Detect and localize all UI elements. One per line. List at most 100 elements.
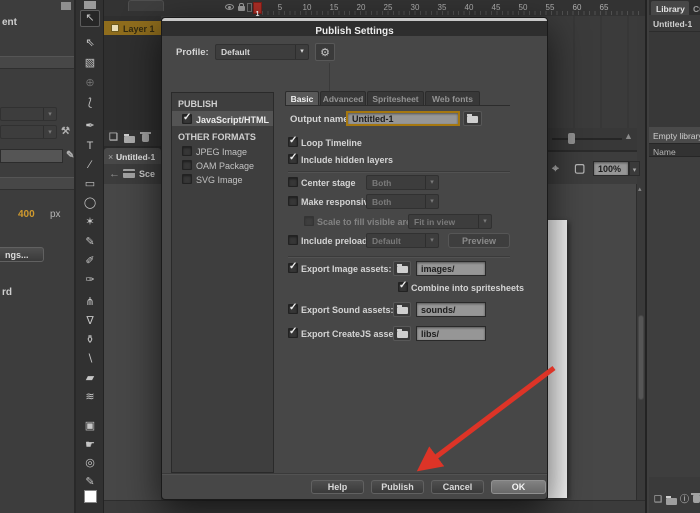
library-name-header[interactable]: Name [649, 143, 700, 157]
vertical-scrollbar[interactable]: ▴ [636, 184, 645, 500]
horizontal-scrollbar[interactable] [104, 500, 645, 513]
new-symbol-icon[interactable]: ❏ [654, 495, 662, 504]
properties-dropdown[interactable]: ▾ [0, 107, 57, 121]
sound-assets-path-field[interactable]: sounds/ [416, 302, 486, 317]
3d-rotation-tool[interactable]: ⊕ [76, 78, 104, 89]
image-assets-folder-button[interactable] [393, 261, 411, 276]
make-responsive-checkbox[interactable] [288, 196, 298, 206]
export-createjs-assets-label[interactable]: Export CreateJS assets: [301, 330, 405, 339]
ink-bottle-tool[interactable]: ⚱ [76, 335, 104, 346]
lock-layers-icon[interactable] [238, 6, 245, 11]
stroke-color-tool[interactable]: ✎ [76, 477, 104, 488]
brush-tool[interactable]: ✐ [76, 256, 104, 267]
eraser-tool[interactable]: ▰ [76, 373, 104, 384]
include-preloader-checkbox[interactable] [288, 235, 298, 245]
timeline-layer-row[interactable]: Layer 1 [104, 21, 161, 35]
vertical-scrollbar-thumb[interactable] [638, 315, 644, 400]
svg-image-checkbox[interactable] [182, 174, 192, 184]
loop-timeline-label[interactable]: Loop Timeline [301, 139, 362, 148]
edit-symbol-icon[interactable]: ▢ [574, 162, 585, 174]
createjs-assets-folder-button[interactable] [393, 326, 411, 341]
export-sound-assets-label[interactable]: Export Sound assets: [301, 306, 394, 315]
center-stage-dropdown[interactable]: Both▾ [366, 175, 439, 190]
paint-brush-tool[interactable]: ✑ [76, 275, 104, 286]
preloader-dropdown[interactable]: Default▾ [366, 233, 439, 248]
tab-spritesheet[interactable]: Spritesheet [367, 91, 424, 105]
tab-cc-libraries-partial[interactable]: CC [693, 5, 700, 14]
stage-size-value[interactable]: 400 [18, 210, 35, 220]
lasso-tool[interactable]: ⟅ [76, 98, 104, 109]
playhead-frame-indicator[interactable]: 1 [253, 2, 262, 14]
width-tool[interactable]: ≋ [76, 392, 104, 403]
oam-package-checkbox[interactable] [182, 160, 192, 170]
combine-spritesheets-label[interactable]: Combine into spritesheets [411, 284, 524, 293]
export-image-assets-label[interactable]: Export Image assets: [301, 265, 392, 274]
cancel-button[interactable]: Cancel [431, 480, 484, 494]
javascript-html-label[interactable]: JavaScript/HTML [196, 116, 269, 125]
bone-tool[interactable]: ⋔ [76, 297, 104, 308]
combine-spritesheets-checkbox[interactable]: ✓ [398, 282, 408, 292]
pen-tool[interactable]: ✒ [76, 121, 104, 132]
stage-zoom-dropdown-arrow[interactable]: ▾ [629, 161, 640, 176]
subselection-tool[interactable]: ⇖ [76, 38, 104, 49]
zoom-tool[interactable]: ◎ [76, 458, 104, 469]
library-document-row[interactable]: Untitled-1 [649, 15, 700, 32]
make-responsive-dropdown[interactable]: Both▾ [366, 194, 439, 209]
library-item-list[interactable] [649, 157, 700, 477]
properties-dropdown-2[interactable]: ▾ [0, 125, 57, 139]
include-hidden-layers-checkbox[interactable]: ✓ [288, 154, 298, 164]
scroll-up-arrow-icon[interactable]: ▴ [638, 186, 642, 193]
frame-view-icon[interactable]: ▲ [624, 132, 633, 141]
edit-pencil-icon[interactable]: ✎ [66, 151, 74, 161]
preview-button[interactable]: Preview [448, 233, 510, 248]
help-button[interactable]: Help [311, 480, 364, 494]
sound-assets-folder-button[interactable] [393, 302, 411, 317]
back-arrow-icon[interactable]: ← [109, 169, 120, 180]
dialog-title-bar[interactable]: Publish Settings [162, 21, 547, 36]
wrench-icon[interactable]: ⚒ [61, 127, 70, 137]
document-tab[interactable]: × Untitled-1 [104, 148, 161, 164]
edit-scene-icon[interactable]: ⌖ [552, 162, 559, 174]
center-stage-checkbox[interactable] [288, 177, 298, 187]
ok-button[interactable]: OK [491, 480, 546, 494]
selection-tool[interactable]: ↖ [76, 13, 104, 24]
delete-item-icon[interactable] [693, 495, 700, 503]
frame-view-slider-handle[interactable] [568, 133, 575, 144]
toolbar-collapse-button[interactable] [84, 1, 96, 9]
hand-tool[interactable]: ☛ [76, 440, 104, 451]
show-hide-layers-icon[interactable] [225, 4, 234, 10]
tab-basic[interactable]: Basic [285, 91, 319, 105]
rectangle-tool[interactable]: ▭ [76, 179, 104, 190]
make-responsive-label[interactable]: Make responsive [301, 198, 374, 207]
output-folder-button[interactable] [463, 111, 482, 126]
paint-bucket-tool[interactable]: ∇ [76, 316, 104, 327]
export-createjs-assets-checkbox[interactable]: ✓ [288, 328, 298, 338]
profile-options-button[interactable]: ⚙ [315, 43, 335, 61]
scale-to-fill-checkbox[interactable] [304, 216, 314, 226]
panel-collapse-button[interactable] [61, 2, 71, 10]
tab-web-fonts[interactable]: Web fonts [425, 91, 480, 105]
profile-dropdown[interactable]: Default▾ [215, 44, 309, 60]
new-library-folder-icon[interactable] [666, 498, 677, 505]
jpeg-image-label[interactable]: JPEG Image [196, 148, 247, 157]
fill-color-swatch[interactable] [84, 490, 97, 503]
output-name-field[interactable]: Untitled-1 [346, 111, 460, 126]
loop-timeline-checkbox[interactable]: ✓ [288, 137, 298, 147]
item-properties-icon[interactable]: ⓘ [680, 495, 689, 504]
center-stage-label[interactable]: Center stage [301, 179, 356, 188]
eyedropper-tool[interactable]: ∖ [76, 354, 104, 365]
tab-advanced[interactable]: Advanced [320, 91, 366, 105]
image-assets-path-field[interactable]: images/ [416, 261, 486, 276]
text-tool[interactable]: T [76, 141, 104, 152]
include-preloader-label[interactable]: Include preloader [301, 237, 376, 246]
export-image-assets-checkbox[interactable]: ✓ [288, 263, 298, 273]
outline-column-icon[interactable] [247, 3, 252, 12]
scale-to-fill-dropdown[interactable]: Fit in view▾ [408, 214, 492, 229]
javascript-html-checkbox[interactable]: ✓ [182, 114, 192, 124]
stage-zoom-value[interactable]: 100% [593, 161, 629, 176]
new-folder-icon[interactable] [124, 136, 135, 143]
timeline-panel-tab[interactable] [128, 0, 164, 11]
settings-button-partial[interactable]: ngs... [0, 247, 44, 262]
export-sound-assets-checkbox[interactable]: ✓ [288, 304, 298, 314]
free-transform-tool[interactable]: ▧ [76, 58, 104, 69]
